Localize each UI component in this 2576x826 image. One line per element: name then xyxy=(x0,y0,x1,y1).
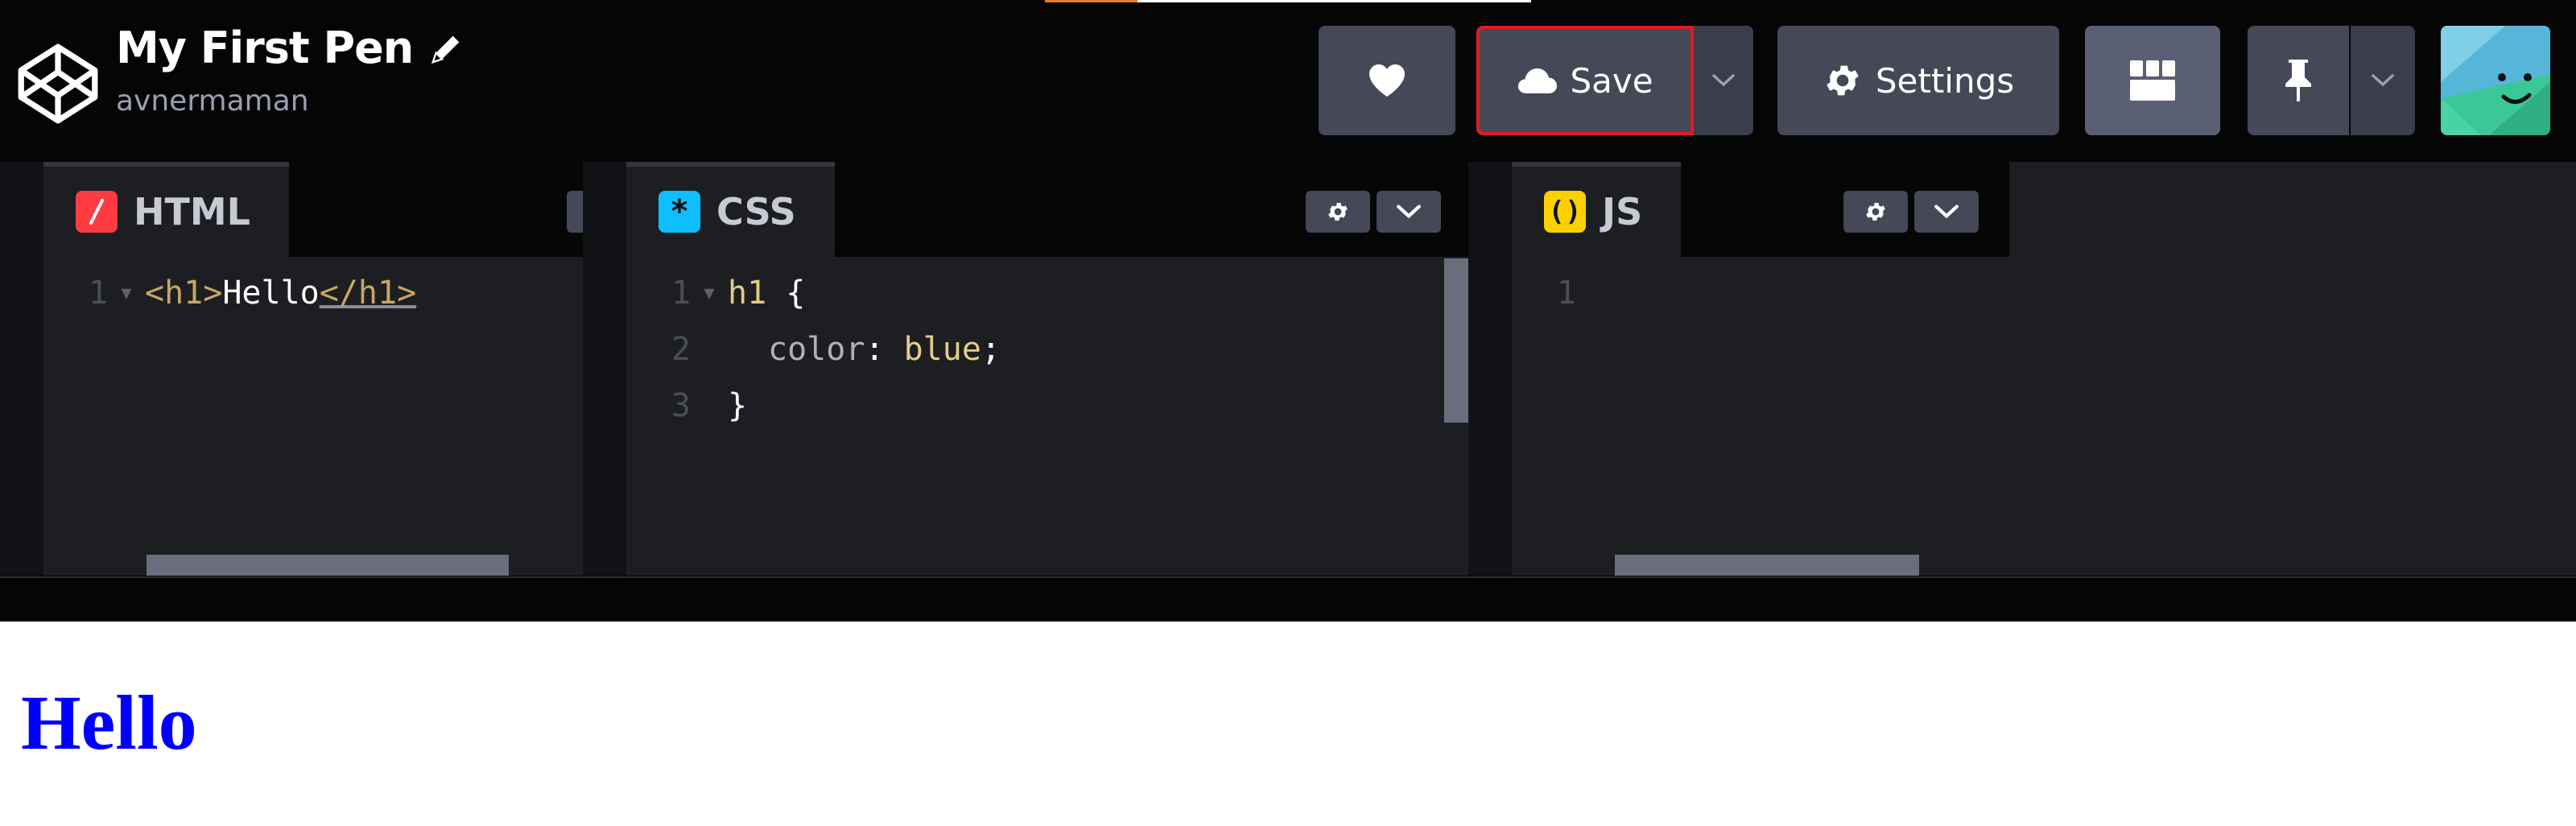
js-tabbar-filler xyxy=(2009,162,2576,257)
js-tabbar: () JS xyxy=(1512,162,2576,257)
gear-icon xyxy=(1866,203,1885,221)
layout-grid-icon xyxy=(2130,60,2175,101)
css-value: blue xyxy=(903,331,981,368)
gear-icon xyxy=(1827,65,1859,96)
cloud-icon xyxy=(1518,68,1558,93)
fold-arrow-icon[interactable]: ▼ xyxy=(108,283,145,304)
loading-progress-bar xyxy=(1045,0,1531,2)
html-editor-panel: HTML 1 ▼ <h1> Hello </h1> xyxy=(43,162,583,576)
semicolon: ; xyxy=(980,331,1001,368)
code-line: 1 xyxy=(1512,265,1576,321)
js-editor-collapse-button[interactable] xyxy=(1914,191,1979,233)
html-editor-settings-button[interactable] xyxy=(567,191,583,233)
css-editor-settings-button[interactable] xyxy=(1306,191,1370,233)
tab-js-label: JS xyxy=(1602,190,1643,233)
tab-css-label: CSS xyxy=(716,190,796,233)
line-number: 1 xyxy=(88,275,108,312)
css-editor-collapse-button[interactable] xyxy=(1377,191,1441,233)
tab-js[interactable]: () JS xyxy=(1512,162,1682,257)
css-badge-icon: * xyxy=(658,191,700,233)
brace-open: { xyxy=(766,275,806,312)
user-avatar[interactable] xyxy=(2441,26,2550,135)
html-badge-icon xyxy=(76,191,118,233)
pin-icon xyxy=(2285,60,2311,101)
pen-owner-link[interactable]: avnermaman xyxy=(116,85,465,118)
html-tabbar: HTML xyxy=(43,162,583,257)
html-horizontal-scrollbar[interactable] xyxy=(147,555,509,576)
css-vertical-scrollbar[interactable] xyxy=(1444,258,1468,423)
code-line: 1 ▼ h1 { xyxy=(626,265,805,321)
avatar-face-icon xyxy=(2441,26,2550,135)
brace-close: } xyxy=(728,387,748,424)
heart-icon xyxy=(1369,64,1405,97)
tag-text: Hello xyxy=(222,275,320,312)
pin-button[interactable] xyxy=(2248,26,2349,135)
js-code[interactable]: 1 xyxy=(1512,257,2576,576)
preview-resize-bar[interactable] xyxy=(0,576,2576,622)
css-tabbar: * CSS xyxy=(626,162,1468,257)
editor-resize-handle[interactable] xyxy=(583,162,626,576)
colon: : xyxy=(865,331,904,368)
editor-left-gutter xyxy=(0,162,43,576)
js-editor-panel: () JS 1 xyxy=(1512,162,2576,576)
love-button[interactable] xyxy=(1319,26,1455,135)
tab-html-label: HTML xyxy=(134,190,250,233)
gear-icon xyxy=(1328,203,1348,221)
editor-resize-handle[interactable] xyxy=(1468,162,1512,576)
close-tag: </h1> xyxy=(319,275,417,312)
preview-heading: Hello xyxy=(21,679,197,766)
js-badge-icon: () xyxy=(1544,191,1586,233)
code-line: 2 color: blue; xyxy=(626,321,1001,378)
result-preview: Hello xyxy=(0,622,2576,826)
pin-options-dropdown[interactable] xyxy=(2351,26,2415,135)
fold-arrow-icon[interactable]: ▼ xyxy=(691,283,728,304)
tab-html[interactable]: HTML xyxy=(43,162,289,257)
css-property: color xyxy=(768,331,865,368)
js-horizontal-scrollbar[interactable] xyxy=(1615,555,1919,576)
change-view-button[interactable] xyxy=(2085,26,2220,135)
code-line: 3 } xyxy=(626,378,747,434)
chevron-down-icon xyxy=(1712,74,1735,87)
pen-title[interactable]: My First Pen xyxy=(116,23,414,73)
css-editor-panel: * CSS 1 ▼ h1 { 2 color: blue; 3} xyxy=(626,162,1468,576)
line-number: 2 xyxy=(671,331,691,368)
pen-title-block: My First Pen avnermaman xyxy=(116,23,465,118)
html-code[interactable]: 1 ▼ <h1> Hello </h1> xyxy=(43,257,583,576)
line-number: 1 xyxy=(1556,275,1576,312)
js-editor-settings-button[interactable] xyxy=(1843,191,1908,233)
chevron-down-icon xyxy=(2372,74,2394,87)
css-code[interactable]: 1 ▼ h1 { 2 color: blue; 3 } xyxy=(626,257,1468,576)
pencil-edit-icon[interactable] xyxy=(428,30,465,67)
progress-fill xyxy=(1045,0,1137,2)
code-line: 1 ▼ <h1> Hello </h1> xyxy=(43,265,416,321)
chevron-down-icon xyxy=(1397,204,1421,219)
chevron-down-icon xyxy=(1934,204,1959,219)
css-selector: h1 xyxy=(728,275,767,312)
save-button-label: Save xyxy=(1570,60,1653,101)
codepen-logo-icon[interactable] xyxy=(16,42,100,126)
line-number: 3 xyxy=(671,387,691,424)
save-options-dropdown[interactable] xyxy=(1694,26,1753,135)
tab-css[interactable]: * CSS xyxy=(626,162,835,257)
editor-area: HTML 1 ▼ <h1> Hello </h1> * CSS 1 ▼ h1 {… xyxy=(0,162,2576,621)
line-number: 1 xyxy=(671,275,691,312)
header-bar: My First Pen avnermaman Save Settings xyxy=(0,0,2576,162)
save-button[interactable]: Save xyxy=(1476,26,1694,135)
open-tag: <h1> xyxy=(145,275,223,312)
settings-button-label: Settings xyxy=(1875,60,2015,101)
settings-button[interactable]: Settings xyxy=(1777,26,2059,135)
